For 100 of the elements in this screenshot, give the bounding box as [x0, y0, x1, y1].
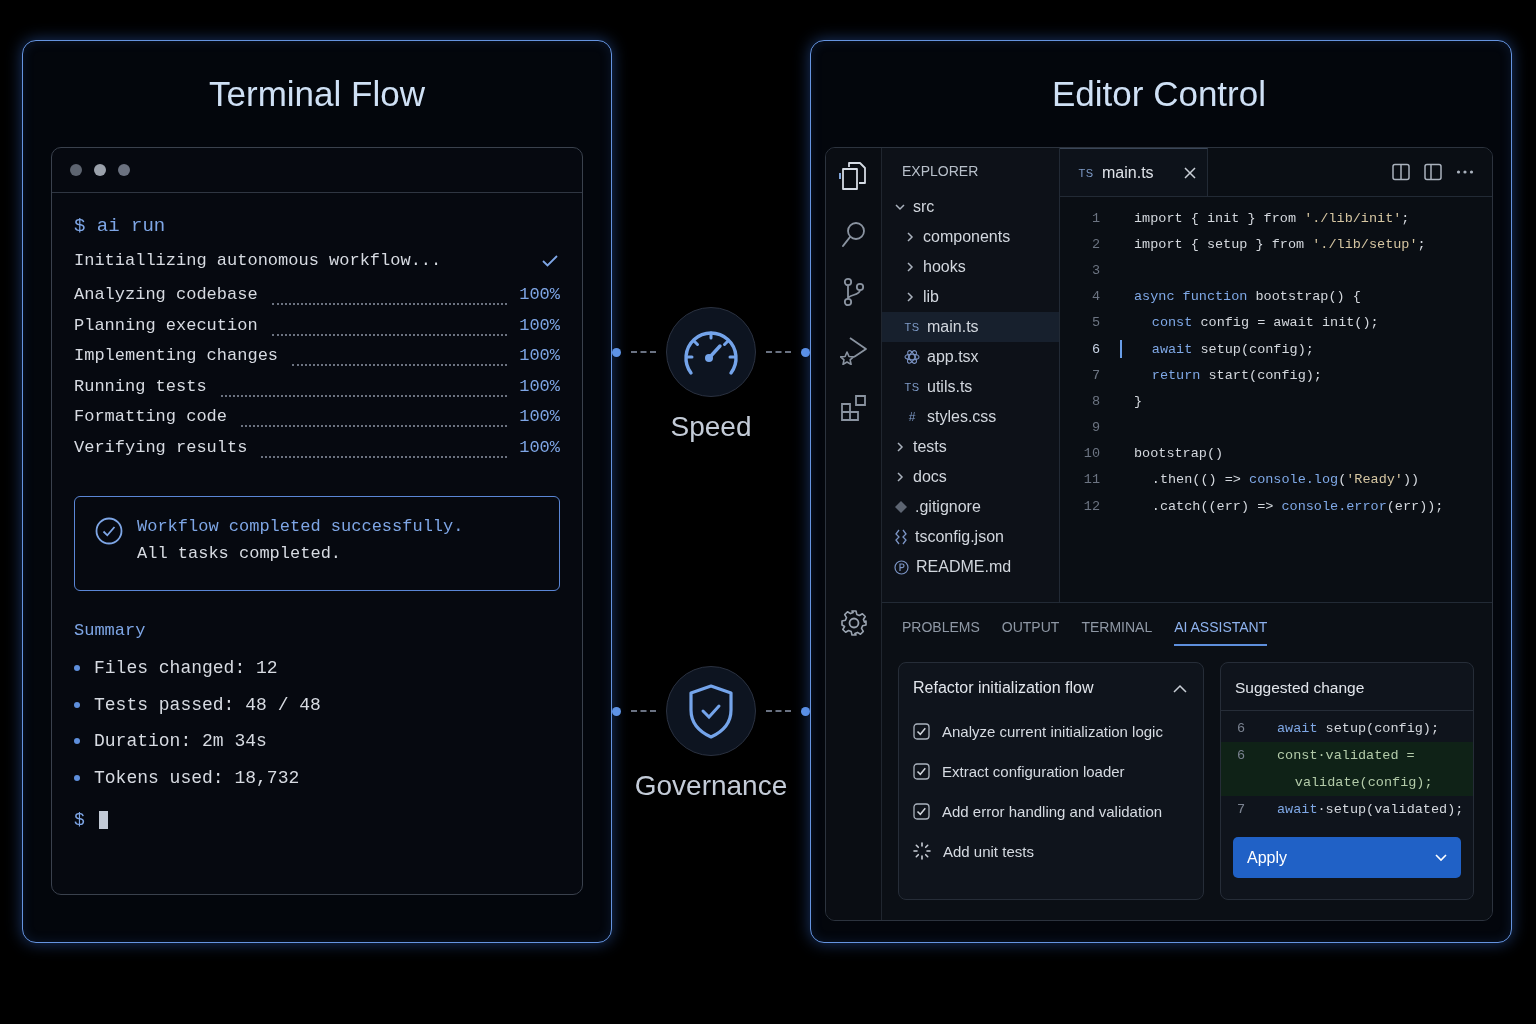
editor-tab[interactable]: TS main.ts	[1060, 148, 1208, 196]
step-percent: 100%	[519, 346, 560, 365]
line-number: 6	[1236, 748, 1247, 763]
connector-line	[766, 351, 791, 353]
line-number: 8	[1090, 393, 1100, 409]
suggestion-title: Suggested change	[1221, 663, 1473, 711]
panel-title: Editor Control	[1052, 73, 1266, 115]
summary-item: Tokens used: 18,732	[94, 767, 300, 788]
code-line: import { setup } from './lib/setup';	[1134, 236, 1426, 252]
more-icon[interactable]	[1456, 169, 1474, 175]
diamond-icon	[894, 500, 908, 514]
task-label: Add error handling and validation	[942, 802, 1163, 820]
code-line: await setup(config);	[1276, 721, 1440, 736]
close-icon[interactable]	[1183, 166, 1196, 179]
step-label: Analyzing codebase	[74, 285, 258, 304]
tree-item[interactable]: src	[882, 192, 1059, 222]
line-number: 3	[1090, 262, 1100, 278]
tree-item[interactable]: app.tsx	[882, 342, 1059, 372]
bullet-icon	[74, 738, 80, 745]
text-cursor	[98, 811, 108, 829]
panel-tab[interactable]: AI ASSISTANT	[1174, 619, 1268, 646]
tree-item[interactable]: TS main.ts	[882, 312, 1059, 342]
code-line: .then(() => console.log('Ready'))	[1150, 472, 1420, 488]
split-editor-icon[interactable]	[1392, 163, 1410, 181]
tree-item[interactable]: TS utils.ts	[882, 372, 1059, 402]
code-line: bootstrap()	[1134, 446, 1224, 462]
prompt-symbol: $	[74, 810, 85, 830]
panel-tab[interactable]: TERMINAL	[1081, 619, 1153, 646]
line-number: 6	[1236, 721, 1247, 736]
step-percent: 100%	[519, 376, 560, 396]
step-label: Implementing changes	[74, 346, 279, 365]
step-percent: 100%	[519, 407, 560, 426]
code-line: .catch((err) => console.error(err));	[1150, 498, 1444, 514]
tree-item[interactable]: tsconfig.json	[882, 522, 1059, 552]
tree-item[interactable]: README.md	[882, 552, 1059, 582]
split-editor-icon[interactable]	[1424, 163, 1442, 181]
summary-title: Summary	[74, 621, 147, 640]
summary-item: Tests passed: 48 / 48	[94, 694, 321, 715]
code-line: import { init } from './lib/init';	[1134, 210, 1410, 226]
chevron-up-icon[interactable]	[1173, 683, 1187, 693]
checkbox[interactable]	[913, 762, 930, 780]
bullet-icon	[74, 774, 80, 781]
line-number: 4	[1090, 289, 1100, 305]
tree-item[interactable]: tests	[882, 432, 1059, 462]
code-line: const·validated =	[1276, 748, 1415, 763]
files-icon[interactable]	[840, 161, 867, 191]
tree-item[interactable]: .gitignore	[882, 492, 1059, 522]
tree-item[interactable]: # styles.css	[882, 402, 1059, 432]
extensions-icon[interactable]	[839, 394, 868, 422]
result-title: Workflow completed successfully.	[137, 517, 464, 536]
config-icon	[894, 529, 908, 545]
line-number: 6	[1090, 341, 1100, 357]
tree-item[interactable]: hooks	[882, 252, 1059, 282]
run-debug-icon[interactable]	[839, 335, 868, 365]
panel-tab[interactable]: OUTPUT	[1001, 619, 1060, 646]
window-dots-icon	[70, 163, 132, 177]
tree-item[interactable]: lib	[882, 282, 1059, 312]
step-label: Verifying results	[74, 437, 248, 457]
info-icon	[894, 559, 909, 575]
caret-icon[interactable]	[1435, 853, 1447, 862]
step-label: Planning execution	[74, 315, 258, 335]
tree-item[interactable]: components	[882, 222, 1059, 252]
bullet-icon	[74, 665, 80, 672]
checkbox[interactable]	[913, 722, 930, 740]
summary-item: Files changed: 12	[94, 658, 278, 679]
step-label: Running tests	[74, 376, 207, 396]
connector-line	[766, 710, 791, 712]
code-line: const config = await init();	[1150, 315, 1379, 331]
code-line: validate(config);	[1293, 775, 1433, 790]
line-number: 9	[1090, 420, 1100, 436]
checkbox[interactable]	[913, 802, 930, 820]
code-line: await·setup(validated);	[1276, 802, 1464, 817]
connector-line	[631, 710, 656, 712]
tree-item[interactable]: docs	[882, 462, 1059, 492]
feature-label: Governance	[633, 770, 789, 802]
line-number: 11	[1082, 472, 1100, 488]
step-label: Formatting code	[74, 407, 228, 426]
code-line: async function bootstrap() {	[1134, 289, 1361, 305]
step-percent: 100%	[519, 285, 560, 304]
atom-icon	[904, 349, 920, 365]
task-label: Analyze current initialization logic	[942, 722, 1163, 740]
bullet-icon	[74, 701, 80, 708]
panel-title: Terminal Flow	[209, 73, 425, 115]
apply-button[interactable]: Apply	[1233, 837, 1461, 878]
settings-icon[interactable]	[839, 609, 868, 637]
task-label: Extract configuration loader	[942, 762, 1125, 780]
step-percent: 100%	[519, 315, 560, 335]
line-number: 7	[1090, 367, 1100, 383]
line-number: 10	[1082, 446, 1100, 462]
task-label: Add unit tests	[943, 842, 1034, 860]
status-line: Initiallizing autonomous workflow...	[74, 251, 442, 270]
code-line: await setup(config);	[1150, 341, 1314, 357]
feature-label: Speed	[669, 411, 753, 443]
line-number: 1	[1090, 210, 1100, 226]
branch-icon[interactable]	[841, 277, 866, 307]
summary-item: Duration: 2m 34s	[94, 731, 267, 752]
line-number: 7	[1236, 802, 1247, 817]
search-icon[interactable]	[840, 220, 867, 248]
panel-tab[interactable]: PROBLEMS	[902, 619, 980, 646]
check-circle-icon	[95, 517, 123, 545]
